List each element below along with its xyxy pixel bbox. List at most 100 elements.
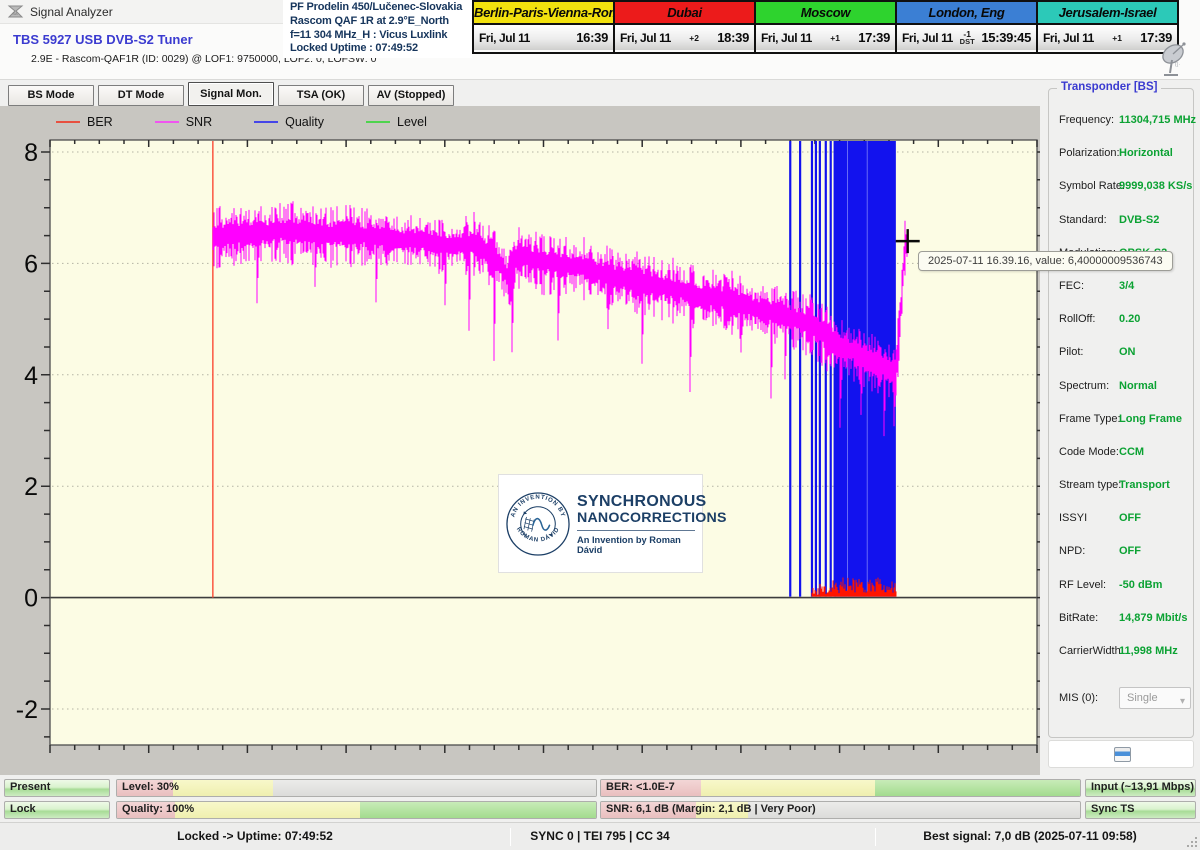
- transponder-row-label: ISSYI: [1059, 512, 1087, 524]
- clock-date: Fri, Jul 11: [761, 31, 812, 45]
- transponder-row-label: Stream type:: [1059, 479, 1121, 491]
- svg-text:8: 8: [24, 139, 38, 167]
- statusbar-best-signal: Best signal: 7,0 dB (2025-07-11 09:58): [880, 829, 1180, 843]
- clock-time: 18:39: [717, 30, 749, 45]
- clock-city-label: Berlin-Paris-Vienna-Roma: [474, 2, 613, 25]
- transponder-row-value: -50 dBm: [1119, 579, 1162, 591]
- input-indicator: Input (~13,91 Mbps): [1085, 779, 1196, 797]
- present-indicator-label: Present: [10, 781, 50, 793]
- sync-ts-indicator-label: Sync TS: [1091, 803, 1134, 815]
- level-progressbar: Level: 30%: [116, 779, 597, 797]
- mis-label: MIS (0):: [1059, 692, 1098, 704]
- ber-progressbar-label: BER: <1.0E-7: [606, 781, 675, 793]
- bar-segment-yellow: [175, 802, 359, 818]
- transponder-row-value: Normal: [1119, 380, 1157, 392]
- clock-moscow: MoscowFri, Jul 11+117:39: [754, 0, 897, 54]
- legend-swatch-ber: [56, 121, 80, 123]
- brand-badge-icon: AN INVENTION BY ROMAN DÁVID: [506, 482, 570, 566]
- brand-logo-card: AN INVENTION BY ROMAN DÁVID SYNCHRONOUS …: [498, 474, 703, 573]
- transponder-row-label: Polarization:: [1059, 147, 1120, 159]
- clock-utc-offset: [530, 37, 576, 38]
- mis-selected-value: Single: [1127, 692, 1158, 704]
- transponder-row-value: 0.20: [1119, 313, 1140, 325]
- site-info-line: Locked Uptime : 07:49:52: [290, 42, 465, 56]
- header-divider: [0, 79, 1200, 80]
- record-mini-panel[interactable]: [1048, 740, 1194, 768]
- transponder-row-label: Symbol Rate:: [1059, 180, 1125, 192]
- tab-tsa-ok-[interactable]: TSA (OK): [278, 85, 364, 106]
- site-info-box: PF Prodelin 450/Lučenec-Slovakia Rascom …: [283, 0, 472, 58]
- quality-progressbar: Quality: 100%: [116, 801, 597, 819]
- tab-signal-mon-[interactable]: Signal Mon.: [188, 82, 274, 106]
- bar-segment-track: [273, 780, 596, 796]
- satellite-dish-icon: ((·: [1158, 40, 1192, 78]
- transponder-row-label: RollOff:: [1059, 313, 1095, 325]
- legend-swatch-quality: [254, 121, 278, 123]
- transponder-row-label: Standard:: [1059, 214, 1107, 226]
- transponder-row-value: Horizontal: [1119, 147, 1173, 159]
- transponder-title: Transponder [BS]: [1057, 81, 1161, 93]
- app-logo-icon: SA: [7, 3, 24, 20]
- transponder-rows: Frequency:11304,715 MHz Polarization:Hori…: [1049, 105, 1193, 669]
- transponder-row: Pilot:ON: [1049, 337, 1193, 370]
- transponder-row: Stream type:Transport: [1049, 470, 1193, 503]
- svg-text:2: 2: [24, 473, 38, 501]
- tab-bs-mode[interactable]: BS Mode: [8, 85, 94, 106]
- transponder-row-value: OFF: [1119, 545, 1141, 557]
- site-info-line: PF Prodelin 450/Lučenec-Slovakia: [290, 1, 465, 15]
- transponder-row: Frequency:11304,715 MHz: [1049, 105, 1193, 138]
- transponder-row: RF Level:-50 dBm: [1049, 570, 1193, 603]
- transponder-row-value: DVB-S2: [1119, 214, 1159, 226]
- clock-time: 17:39: [858, 30, 890, 45]
- clock-city-label: Moscow: [756, 2, 895, 25]
- logo-separator: [577, 530, 695, 531]
- chart-area[interactable]: 86420-2 BERSNRQualityLevel AN INVENTION …: [0, 106, 1040, 775]
- clock-date: Fri, Jul 11: [479, 31, 530, 45]
- statusbar: Locked -> Uptime: 07:49:52 SYNC 0 | TEI …: [0, 822, 1200, 850]
- header-zone: SA Signal Analyzer TBS 5927 USB DVB-S2 T…: [0, 0, 1200, 80]
- svg-text:0: 0: [24, 585, 38, 613]
- clock-body: Fri, Jul 11+117:39: [1038, 25, 1177, 50]
- transponder-row-value: 11304,715 MHz: [1119, 114, 1196, 126]
- transponder-row-value: 11,998 MHz: [1119, 645, 1178, 657]
- transponder-row-label: Spectrum:: [1059, 380, 1109, 392]
- clock-body: Fri, Jul 11-1DST15:39:45: [897, 25, 1036, 50]
- legend-swatch-snr: [155, 121, 179, 123]
- transponder-row-value: CCM: [1119, 446, 1144, 458]
- legend-item-ber: BER: [56, 115, 113, 129]
- legend-item-snr: SNR: [155, 115, 212, 129]
- bar-segment-green: [360, 802, 596, 818]
- signal-trend-chart[interactable]: 86420-2: [0, 106, 1040, 775]
- clock-body: Fri, Jul 11+117:39: [756, 25, 895, 50]
- clock-body: Fri, Jul 1116:39: [474, 25, 613, 50]
- mis-select[interactable]: Single ▾: [1119, 687, 1191, 709]
- clock-city-label: Jerusalem-Israel: [1038, 2, 1177, 25]
- level-progressbar-label: Level: 30%: [122, 781, 179, 793]
- sync-ts-indicator: Sync TS: [1085, 801, 1196, 819]
- transponder-row: CarrierWidth:11,998 MHz: [1049, 636, 1193, 669]
- clock-date: Fri, Jul 11: [620, 31, 671, 45]
- transponder-row-label: FEC:: [1059, 280, 1084, 292]
- transponder-panel: Transponder [BS] Frequency:11304,715 MHz…: [1040, 80, 1200, 775]
- resize-grip-icon[interactable]: [1185, 835, 1197, 847]
- transponder-row-label: BitRate:: [1059, 612, 1098, 624]
- tab-av-stopped-[interactable]: AV (Stopped): [368, 85, 454, 106]
- transponder-row: Code Mode:CCM: [1049, 437, 1193, 470]
- input-indicator-label: Input (~13,91 Mbps): [1091, 781, 1194, 793]
- svg-text:((·: ((·: [1175, 62, 1180, 68]
- present-indicator: Present: [4, 779, 110, 797]
- tab-dt-mode[interactable]: DT Mode: [98, 85, 184, 106]
- ber-progressbar: BER: <1.0E-7: [600, 779, 1081, 797]
- quality-progressbar-label: Quality: 100%: [122, 803, 194, 815]
- clock-city-label: London, Eng: [897, 2, 1036, 25]
- lock-indicator-label: Lock: [10, 803, 36, 815]
- app-title: Signal Analyzer: [30, 5, 113, 19]
- signal-status-bars: Present Lock Level: 30% Quality: 100% BER: <…: [0, 775, 1200, 822]
- statusbar-sync-counters: SYNC 0 | TEI 795 | CC 34: [460, 829, 740, 843]
- statusbar-lock-uptime: Locked -> Uptime: 07:49:52: [105, 829, 405, 843]
- svg-text:SA: SA: [12, 11, 18, 16]
- snr-progressbar-label: SNR: 6,1 dB (Margin: 2,1 dB | Very Poor): [606, 803, 816, 815]
- legend-label: Quality: [285, 115, 324, 129]
- logo-subtitle: An Invention by Roman Dávid: [577, 535, 695, 555]
- clock-date: Fri, Jul 11: [902, 31, 953, 45]
